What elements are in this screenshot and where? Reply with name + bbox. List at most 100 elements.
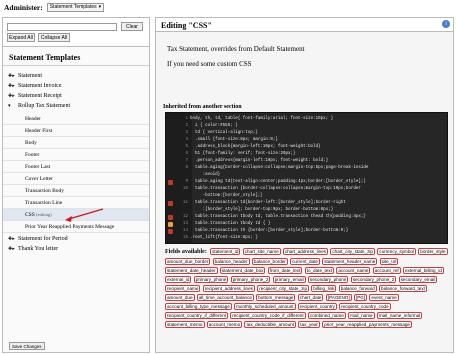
field-tag[interactable]: monthly_scheduled_amount (234, 302, 296, 310)
field-tag[interactable]: recipient_country (297, 302, 337, 310)
css-code-editor[interactable]: 1 body, th, td, table{ font-family:arial;… (165, 112, 448, 244)
field-tag[interactable]: billing_link (311, 284, 337, 292)
field-tag[interactable]: recipient_country_if_different (165, 311, 228, 319)
field-tag[interactable]: chart_date (297, 293, 324, 301)
expand-icon[interactable]: ✚▸ (8, 83, 18, 89)
field-tag[interactable]: [PG] (353, 293, 368, 301)
field-tag[interactable]: border_style (418, 247, 448, 255)
tree-node-rollup-tax-statement[interactable]: ▾ Rollup Tax Statement (8, 103, 70, 109)
field-tag[interactable]: to_date_text (304, 266, 334, 274)
expand-icon[interactable]: ✚▸ (8, 246, 18, 252)
error-icon[interactable] (168, 179, 173, 185)
field-tag[interactable]: all_time_account_balance (196, 293, 254, 301)
field-tag[interactable]: tax_deductible_amount (244, 320, 296, 328)
field-tag[interactable]: tax_year (298, 320, 320, 328)
expand-icon[interactable]: ✚▸ (8, 236, 18, 242)
field-tag[interactable]: balance_forward (338, 284, 377, 292)
field-tag[interactable]: primary_phone (193, 275, 229, 283)
field-tag[interactable]: account_memo (206, 320, 243, 328)
tree-node-statement[interactable]: ✚▸ Statement (8, 73, 42, 79)
tree-node-statement-for-period[interactable]: ✚▸ Statement for Period (8, 236, 68, 242)
warning-icon[interactable] (168, 221, 173, 227)
field-tag[interactable]: current_date (290, 257, 320, 265)
code-text: table.transaction {border-collapse:colla… (190, 187, 361, 191)
tree-child-header[interactable]: Header (3, 113, 149, 125)
description-line-1: Tax Statement, overrides from Default St… (167, 45, 305, 53)
field-tag[interactable]: recipient_country_code_if_different (230, 311, 306, 319)
administer-label: Administer: (4, 2, 43, 12)
error-icon[interactable] (168, 214, 173, 220)
field-tag[interactable]: from_date_text (267, 266, 303, 274)
line-number: 10 (182, 187, 188, 191)
field-tag[interactable]: external_id (165, 275, 192, 283)
field-tag[interactable]: recipient_city_state_zip (257, 284, 309, 292)
line-number: 3 (185, 131, 188, 135)
field-tag[interactable]: amount_due (165, 293, 195, 301)
field-tag[interactable]: recipient_name (165, 284, 201, 292)
save-changes-button[interactable]: Save Changes (9, 342, 45, 350)
tree-child-cover-letter[interactable]: Cover Letter (3, 173, 149, 185)
description-line-2: If you need some custom CSS (167, 60, 252, 68)
field-tag[interactable]: secondary_phone_2 (350, 275, 397, 283)
fields-available: Fields available: statement_id chart_sit… (165, 247, 449, 329)
tree-child-header-first[interactable]: Header First (3, 125, 149, 137)
field-tag[interactable]: account_billing_type_message (165, 302, 232, 310)
code-line: :avoid} (166, 172, 447, 178)
section-select[interactable]: Statement Templates ▾ (46, 2, 105, 12)
expand-all-button[interactable]: Expand All (7, 33, 35, 42)
tree-title: Statement Templates (3, 47, 149, 66)
collapse-all-button[interactable]: Collapse All (38, 33, 70, 42)
field-tag[interactable]: statement_date_header (165, 266, 218, 274)
tree-node-thank-you-letter[interactable]: ✚▸ Thank You letter (8, 246, 58, 252)
field-tag[interactable]: balance_border (251, 257, 288, 265)
field-tag[interactable]: secondary_phone (307, 275, 349, 283)
field-tag[interactable]: prior_year_reapplied_payments_message (322, 320, 412, 328)
field-tag[interactable]: chart_site_name (242, 247, 281, 255)
field-tag[interactable]: primary_phone_2 (230, 275, 271, 283)
field-tag[interactable]: statement_memo (165, 320, 205, 328)
tree-node-label: Statement for Period (18, 236, 68, 242)
code-text: table.transaction tbody td { } (190, 222, 271, 226)
field-tag[interactable]: statement_header_name (322, 257, 378, 265)
tree-child-footer-last[interactable]: Footer Last (3, 161, 149, 173)
expand-icon[interactable]: ✚▸ (8, 73, 18, 79)
search-input[interactable] (7, 23, 117, 31)
field-tag[interactable]: statement_date_box (219, 266, 266, 274)
error-icon[interactable] (168, 228, 173, 234)
field-tag[interactable]: bottom_message (256, 293, 296, 301)
field-tag[interactable]: balance_header (212, 257, 250, 265)
field-tag[interactable]: site_url (379, 257, 399, 265)
field-tag[interactable]: mail_name (348, 311, 375, 319)
field-tag[interactable]: secondary_email (398, 275, 438, 283)
error-icon[interactable] (168, 200, 173, 206)
line-number: 2 (185, 124, 188, 128)
template-tree: Statement Templates ✚▸ Statement ✚▸ Statem… (3, 46, 149, 352)
tree-child-body[interactable]: Body (3, 137, 149, 149)
field-tag[interactable]: external_billing_id (402, 266, 444, 274)
field-tag[interactable]: recipient_address_lines (202, 284, 255, 292)
field-tag[interactable]: [PAGENO] (325, 293, 352, 301)
tree-node-statement-invoice[interactable]: ✚▸ Statement Invoice (8, 83, 62, 89)
field-tag[interactable]: account_name (336, 266, 371, 274)
tree-node-statement-receipt[interactable]: ✚▸ Statement Receipt (8, 93, 62, 99)
field-tag[interactable]: chart_address_lines (282, 247, 329, 255)
collapse-icon[interactable]: ▾ (8, 103, 18, 109)
tree-child-transaction-body[interactable]: Transaction Body (3, 185, 149, 197)
info-icon[interactable]: i (442, 20, 450, 28)
field-tag[interactable]: recipient_country_code (339, 302, 391, 310)
field-tag[interactable]: statement_id (210, 247, 241, 255)
expand-icon[interactable]: ✚▸ (8, 93, 18, 99)
field-tag[interactable]: mail_name_informal (376, 311, 423, 319)
field-tag[interactable]: primary_email (272, 275, 306, 283)
clear-button[interactable]: Clear (121, 22, 143, 31)
field-tag[interactable]: combined_name (307, 311, 346, 319)
code-line: -bottom:[border_style];} (166, 193, 447, 199)
field-tag[interactable]: chart_city_state_zip (330, 247, 375, 255)
field-tag[interactable]: balance_forward_text (379, 284, 427, 292)
field-tag[interactable]: amount_due_border (165, 257, 211, 265)
field-tag[interactable]: currency_symbol (377, 247, 416, 255)
code-line: 1 body, th, td, table{ font-family:arial;… (166, 116, 447, 122)
field-tag[interactable]: event_name (369, 293, 399, 301)
field-tag[interactable]: account_ref (372, 266, 401, 274)
tree-child-footer[interactable]: Footer (3, 149, 149, 161)
